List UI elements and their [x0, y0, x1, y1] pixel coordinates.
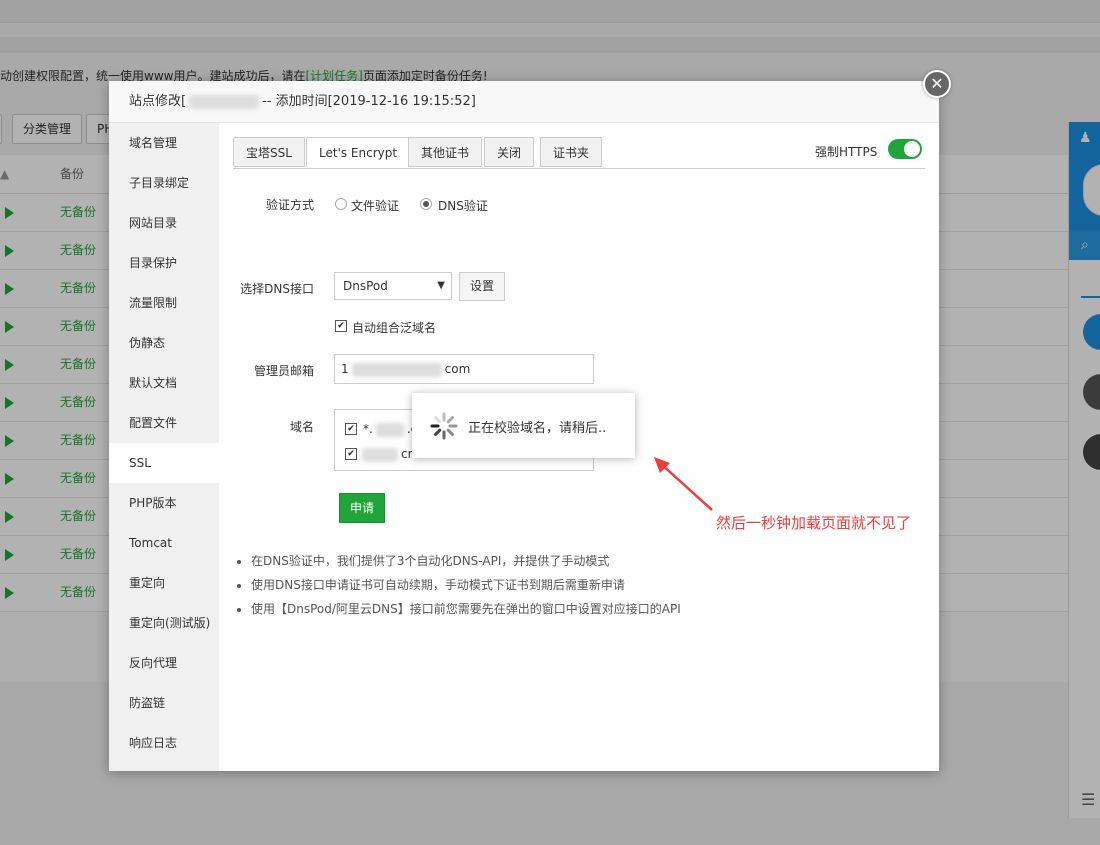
chevron-down-icon: ▼ [437, 280, 445, 291]
annotation-arrow [654, 457, 713, 511]
title-prefix: 站点修改[ [129, 94, 187, 109]
menu-item[interactable]: 重定向(测试版) [109, 603, 219, 643]
force-https-label: 强制HTTPS [815, 145, 878, 159]
menu-item[interactable]: 反向代理 [109, 643, 219, 683]
annotation-text: 然后一秒钟加载页面就不见了 [716, 514, 912, 532]
domain-prefix: *. [363, 422, 373, 436]
title-suffix: -- 添加时间[2019-12-16 19:15:52] [262, 94, 476, 109]
radio-dns-verify[interactable] [420, 198, 432, 210]
wildcard-label[interactable]: 自动组合泛域名 [352, 319, 436, 336]
domain-checkbox[interactable]: ✔ [345, 448, 357, 460]
menu-item[interactable]: 流量限制 [109, 283, 219, 323]
spinner-icon [430, 412, 458, 440]
tip-item: 使用DNS接口申请证书可自动续期，手动模式下证书到期后需重新申请 [251, 573, 941, 597]
dns-interface-label: 选择DNS接口 [240, 282, 314, 296]
help-tips: 在DNS验证中，我们提供了3个自动化DNS-API，并提供了手动模式 使用DNS… [233, 549, 941, 621]
modal-title: 站点修改[ -- 添加时间[2019-12-16 19:15:52] [109, 81, 939, 123]
email-prefix: 1 [341, 362, 349, 376]
redacted-domain [362, 447, 398, 462]
dns-settings-button[interactable]: 设置 [459, 272, 505, 301]
tab-other-cert[interactable]: 其他证书 [408, 137, 483, 167]
verify-method-label: 验证方式 [265, 198, 314, 212]
tabs-divider [233, 168, 925, 169]
email-suffix: com [444, 362, 471, 376]
dns-interface-select[interactable]: DnsPod ▼ [334, 272, 452, 300]
menu-item[interactable]: 网站目录 [109, 203, 219, 243]
wildcard-checkbox[interactable]: ✔ [335, 320, 347, 332]
menu-item[interactable]: 目录保护 [109, 243, 219, 283]
force-https-toggle[interactable] [888, 139, 922, 159]
admin-email-input[interactable]: 1 com [334, 354, 594, 384]
tip-item: 在DNS验证中，我们提供了3个自动化DNS-API，并提供了手动模式 [251, 549, 941, 573]
menu-item[interactable]: PHP版本 [109, 483, 219, 523]
menu-item[interactable]: 伪静态 [109, 323, 219, 363]
menu-item[interactable]: 重定向 [109, 563, 219, 603]
domain-item[interactable]: cn [359, 447, 415, 462]
menu-item[interactable]: 配置文件 [109, 403, 219, 443]
radio-file-verify-label[interactable]: 文件验证 [351, 197, 399, 214]
loading-text: 正在校验域名，请稍后.. [468, 421, 607, 436]
loading-dialog: 正在校验域名，请稍后.. [412, 393, 635, 458]
redacted-email [351, 362, 442, 377]
close-icon[interactable]: ✕ [923, 70, 951, 98]
admin-email-label: 管理员邮箱 [253, 364, 314, 378]
redacted-site-name [189, 94, 260, 109]
tip-item: 使用【DnsPod/阿里云DNS】接口前您需要先在弹出的窗口中设置对应接口的AP… [251, 597, 941, 621]
menu-item[interactable]: 响应日志 [109, 723, 219, 763]
menu-item[interactable]: 默认文档 [109, 363, 219, 403]
domain-label: 域名 [289, 420, 314, 434]
apply-button[interactable]: 申请 [339, 493, 385, 523]
menu-item[interactable]: SSL [109, 443, 219, 483]
menu-item[interactable]: 防盗链 [109, 683, 219, 723]
redacted-domain [375, 422, 404, 437]
menu-item[interactable]: 子目录绑定 [109, 163, 219, 203]
tab-baota-ssl[interactable]: 宝塔SSL [233, 137, 305, 167]
tab-close[interactable]: 关闭 [484, 137, 535, 167]
radio-file-verify[interactable] [335, 198, 347, 210]
menu-item[interactable]: 域名管理 [109, 123, 219, 163]
tab-lets-encrypt[interactable]: Let's Encrypt [306, 137, 411, 167]
radio-dns-verify-label[interactable]: DNS验证 [438, 197, 488, 214]
modal-side-menu: 域名管理 子目录绑定 网站目录 目录保护 流量限制 伪静态 默认文档 配置文件 SSL PHP版本… [109, 123, 219, 771]
domain-checkbox[interactable]: ✔ [345, 423, 357, 435]
tab-cert-folder[interactable]: 证书夹 [540, 137, 603, 167]
menu-item[interactable]: Tomcat [109, 523, 219, 563]
dns-interface-value: DnsPod [343, 279, 388, 293]
